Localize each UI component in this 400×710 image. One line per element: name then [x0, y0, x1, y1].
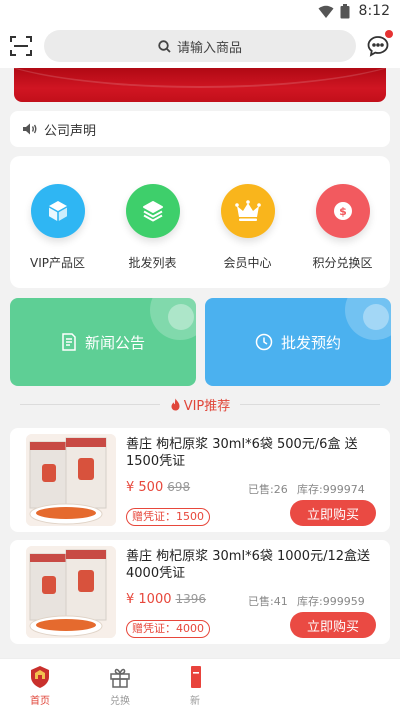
- notification-dot: [385, 30, 393, 38]
- original-price: 698: [167, 480, 191, 494]
- original-price: 1396: [175, 592, 207, 606]
- stock-count: 库存:999959: [297, 595, 365, 608]
- current-price: ¥ 500: [126, 480, 164, 495]
- stock-count: 库存:999974: [297, 483, 365, 496]
- product-name: 善庄 枸杞原浆 30ml*6袋 500元/6盒 送1500凭证: [126, 437, 358, 469]
- section-title: VIP推荐: [163, 394, 237, 414]
- shortcut-label: 积分兑换区: [312, 256, 373, 270]
- shortcut-vip-products[interactable]: VIP产品区: [18, 184, 98, 288]
- sold-count: 已售:26: [248, 483, 288, 496]
- buy-now-button[interactable]: 立即购买: [290, 612, 376, 638]
- decoration-bubble: [363, 304, 389, 330]
- gift-icon: [109, 665, 131, 689]
- fire-icon: [170, 398, 181, 411]
- svg-text:$: $: [339, 205, 347, 218]
- product-price: ¥ 500 698: [126, 480, 190, 495]
- coin-icon: $: [315, 184, 370, 238]
- product-thumbnail[interactable]: [26, 546, 116, 638]
- battery-icon: [340, 4, 350, 23]
- notice-bar[interactable]: 公司声明: [10, 111, 390, 147]
- sold-count: 已售:41: [248, 595, 288, 608]
- shortcut-grid: VIP产品区 批发列表 会员中心 $ 积分兑换区: [10, 156, 390, 288]
- shortcut-wholesale-list[interactable]: 批发列表: [113, 184, 193, 288]
- tab-label: 首页: [30, 696, 50, 707]
- divider-line: [240, 404, 380, 405]
- search-input[interactable]: 请输入商品: [44, 30, 356, 62]
- layers-icon: [125, 184, 180, 238]
- cube-icon: [30, 184, 85, 238]
- shortcut-member-center[interactable]: 会员中心: [208, 184, 288, 288]
- search-icon: [158, 39, 171, 53]
- product-card[interactable]: 善庄 枸杞原浆 30ml*6袋 500元/6盒 送1500凭证 ¥ 500 698…: [10, 428, 390, 532]
- promo-banner[interactable]: [14, 68, 386, 102]
- banner-decoration: [14, 68, 386, 88]
- scan-icon[interactable]: [10, 35, 32, 57]
- clock-time: 8:12: [358, 3, 390, 19]
- status-bar: 8:12: [0, 0, 400, 24]
- tab-home[interactable]: 首页: [10, 665, 70, 707]
- notice-text: 公司声明: [44, 123, 97, 139]
- current-price: ¥ 1000: [126, 592, 172, 607]
- new-icon: [184, 665, 206, 689]
- tab-label: 新: [190, 696, 200, 707]
- top-bar: 请输入商品: [0, 24, 400, 68]
- shortcut-label: 批发列表: [128, 256, 177, 270]
- news-announcement-label: 新闻公告: [84, 333, 145, 352]
- product-name: 善庄 枸杞原浆 30ml*6袋 1000元/12盒送4000凭证: [126, 549, 370, 581]
- section-heading: VIP推荐: [0, 394, 400, 414]
- gift-voucher-badge: 赠凭证：1500: [126, 508, 210, 526]
- document-icon: [61, 333, 77, 351]
- wifi-icon: [318, 4, 334, 23]
- tab-label: 兑换: [110, 696, 130, 707]
- shortcut-points-exchange[interactable]: $ 积分兑换区: [303, 184, 383, 288]
- home-emblem-icon: [29, 665, 51, 689]
- shortcut-label: VIP产品区: [30, 256, 85, 270]
- buy-now-button[interactable]: 立即购买: [290, 500, 376, 526]
- tab-exchange[interactable]: 兑换: [90, 665, 150, 707]
- wholesale-booking-button[interactable]: 批发预约: [205, 298, 391, 386]
- shortcut-label: 会员中心: [223, 256, 272, 270]
- decoration-bubble: [168, 304, 194, 330]
- section-title-text: VIP推荐: [183, 398, 231, 414]
- search-placeholder: 请输入商品: [176, 40, 242, 56]
- gift-voucher-badge: 赠凭证：4000: [126, 620, 210, 638]
- product-card[interactable]: 善庄 枸杞原浆 30ml*6袋 1000元/12盒送4000凭证 ¥ 1000 1…: [10, 540, 390, 644]
- speaker-icon: [22, 122, 38, 136]
- crown-icon: [220, 184, 275, 238]
- bottom-tab-bar: 首页 兑换 新: [0, 658, 400, 710]
- clock-icon: [255, 333, 273, 351]
- product-price: ¥ 1000 1396: [126, 592, 206, 607]
- tab-new[interactable]: 新: [165, 665, 225, 707]
- wholesale-booking-label: 批发预约: [280, 333, 341, 352]
- divider-line: [20, 404, 160, 405]
- news-announcement-button[interactable]: 新闻公告: [10, 298, 196, 386]
- product-thumbnail[interactable]: [26, 434, 116, 526]
